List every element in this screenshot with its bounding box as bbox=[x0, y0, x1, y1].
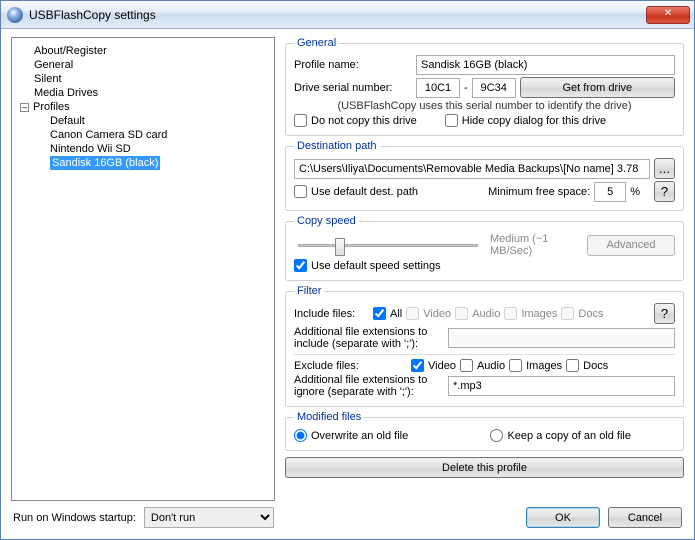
get-from-drive-button[interactable]: Get from drive bbox=[520, 77, 675, 98]
tree-item-about[interactable]: About/Register bbox=[18, 44, 268, 58]
speed-desc: Medium (~1 MB/Sec) bbox=[490, 233, 583, 257]
add-exclude-input[interactable] bbox=[448, 376, 675, 396]
use-default-dest-checkbox[interactable]: Use default dest. path bbox=[294, 185, 418, 198]
include-docs-checkbox: Docs bbox=[561, 307, 603, 320]
group-modified: Modified files Overwrite an old file Kee… bbox=[285, 411, 684, 451]
exclude-audio-checkbox[interactable]: Audio bbox=[460, 359, 505, 372]
serial1-input[interactable] bbox=[416, 78, 460, 98]
advanced-button: Advanced bbox=[587, 235, 675, 256]
tree-profile-wii[interactable]: Nintendo Wii SD bbox=[18, 142, 268, 156]
close-button[interactable]: ✕ bbox=[646, 6, 690, 24]
include-label: Include files: bbox=[294, 308, 369, 320]
nav-tree[interactable]: About/Register General Silent Media Driv… bbox=[11, 37, 275, 501]
dest-help-button[interactable]: ? bbox=[654, 181, 675, 202]
tree-profile-canon[interactable]: Canon Camera SD card bbox=[18, 128, 268, 142]
speed-slider-thumb bbox=[335, 238, 345, 256]
exclude-docs-checkbox[interactable]: Docs bbox=[566, 359, 608, 372]
group-destination: Destination path ... Use default dest. p… bbox=[285, 140, 684, 211]
settings-panel: General Profile name: Drive serial numbe… bbox=[275, 37, 684, 501]
app-icon bbox=[7, 7, 23, 23]
hide-dialog-checkbox[interactable]: Hide copy dialog for this drive bbox=[445, 114, 606, 127]
ok-button[interactable]: OK bbox=[526, 507, 600, 528]
exclude-video-checkbox[interactable]: Video bbox=[411, 359, 456, 372]
legend-filter: Filter bbox=[294, 285, 324, 297]
profile-name-input[interactable] bbox=[416, 55, 675, 75]
serial-label: Drive serial number: bbox=[294, 82, 412, 94]
cancel-button[interactable]: Cancel bbox=[608, 507, 682, 528]
add-include-label: Additional file extensions to include (s… bbox=[294, 326, 444, 350]
legend-general: General bbox=[294, 37, 339, 49]
titlebar: USBFlashCopy settings ✕ bbox=[1, 1, 694, 29]
tree-item-silent[interactable]: Silent bbox=[18, 72, 268, 86]
legend-modified: Modified files bbox=[294, 411, 364, 423]
startup-select[interactable]: Don't run bbox=[144, 507, 274, 528]
tree-item-profiles[interactable]: –Profiles bbox=[18, 100, 268, 114]
add-include-input bbox=[448, 328, 675, 348]
do-not-copy-checkbox[interactable]: Do not copy this drive bbox=[294, 114, 417, 127]
group-speed: Copy speed Medium (~1 MB/Sec) Advanced U… bbox=[285, 215, 684, 281]
group-filter: Filter Include files: All Video Audio Im… bbox=[285, 285, 684, 407]
tree-item-media-drives[interactable]: Media Drives bbox=[18, 86, 268, 100]
include-images-checkbox: Images bbox=[504, 307, 557, 320]
tree-profile-default[interactable]: Default bbox=[18, 114, 268, 128]
browse-button[interactable]: ... bbox=[654, 158, 675, 179]
use-default-speed-checkbox[interactable]: Use default speed settings bbox=[294, 259, 441, 272]
add-exclude-label: Additional file extensions to ignore (se… bbox=[294, 374, 444, 398]
keep-copy-radio[interactable]: Keep a copy of an old file bbox=[490, 429, 631, 442]
legend-speed: Copy speed bbox=[294, 215, 359, 227]
serial-sep: - bbox=[464, 82, 468, 94]
collapse-icon[interactable]: – bbox=[20, 103, 29, 112]
startup-label: Run on Windows startup: bbox=[13, 512, 136, 524]
exclude-label: Exclude files: bbox=[294, 360, 369, 372]
legend-destination: Destination path bbox=[294, 140, 380, 152]
group-general: General Profile name: Drive serial numbe… bbox=[285, 37, 684, 136]
delete-profile-button[interactable]: Delete this profile bbox=[285, 457, 684, 478]
include-video-checkbox: Video bbox=[406, 307, 451, 320]
include-all-checkbox[interactable]: All bbox=[373, 307, 402, 320]
footer: Run on Windows startup: Don't run OK Can… bbox=[1, 501, 694, 534]
speed-slider bbox=[298, 244, 478, 247]
tree-profile-sandisk[interactable]: Sandisk 16GB (black) bbox=[50, 156, 160, 170]
min-free-label: Minimum free space: bbox=[488, 186, 590, 198]
profile-name-label: Profile name: bbox=[294, 59, 412, 71]
filter-help-button[interactable]: ? bbox=[654, 303, 675, 324]
min-free-input[interactable] bbox=[594, 182, 626, 202]
serial2-input[interactable] bbox=[472, 78, 516, 98]
include-audio-checkbox: Audio bbox=[455, 307, 500, 320]
dest-path-input[interactable] bbox=[294, 159, 650, 179]
serial-note: (USBFlashCopy uses this serial number to… bbox=[294, 100, 675, 112]
exclude-images-checkbox[interactable]: Images bbox=[509, 359, 562, 372]
pct-label: % bbox=[630, 186, 640, 198]
tree-item-general[interactable]: General bbox=[18, 58, 268, 72]
overwrite-radio[interactable]: Overwrite an old file bbox=[294, 429, 408, 442]
window-title: USBFlashCopy settings bbox=[29, 8, 646, 22]
